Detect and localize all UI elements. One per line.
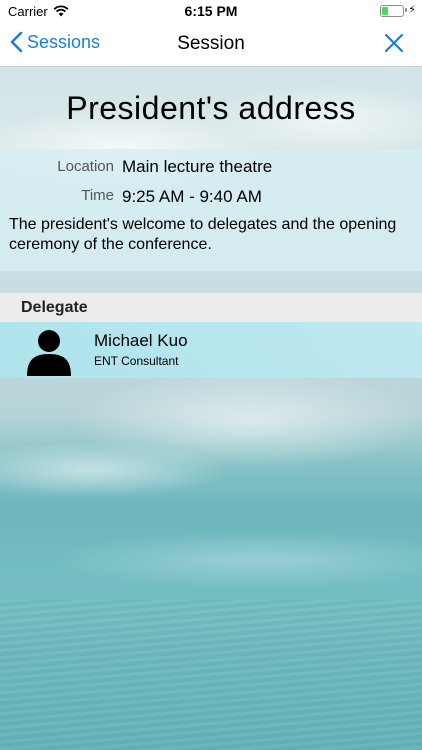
navigation-bar: Sessions Session	[0, 22, 422, 67]
delegate-name: Michael Kuo	[94, 331, 188, 350]
delegate-list-item[interactable]: Michael Kuo ENT Consultant	[0, 322, 422, 378]
session-title: President's address	[66, 90, 356, 126]
session-details: Location Main lecture theatre Time 9:25 …	[0, 149, 422, 271]
status-bar: Carrier 6:15 PM ⚡	[0, 0, 422, 22]
location-value: Main lecture theatre	[122, 157, 273, 176]
person-icon	[24, 326, 74, 381]
section-header-label: Delegate	[21, 299, 88, 316]
delegate-role: ENT Consultant	[94, 354, 179, 368]
battery-tip	[405, 8, 407, 12]
status-time: 6:15 PM	[184, 3, 238, 19]
close-button[interactable]	[384, 33, 404, 58]
location-label: Location	[57, 158, 114, 175]
charging-icon: ⚡	[408, 4, 416, 16]
nav-title: Session	[177, 33, 245, 54]
session-description: The president's welcome to delegates and…	[9, 216, 397, 253]
battery-icon	[380, 5, 404, 17]
time-value: 9:25 AM - 9:40 AM	[122, 187, 262, 206]
close-icon	[384, 33, 404, 53]
delegate-section-header: Delegate	[0, 293, 422, 322]
time-label: Time	[81, 187, 114, 204]
